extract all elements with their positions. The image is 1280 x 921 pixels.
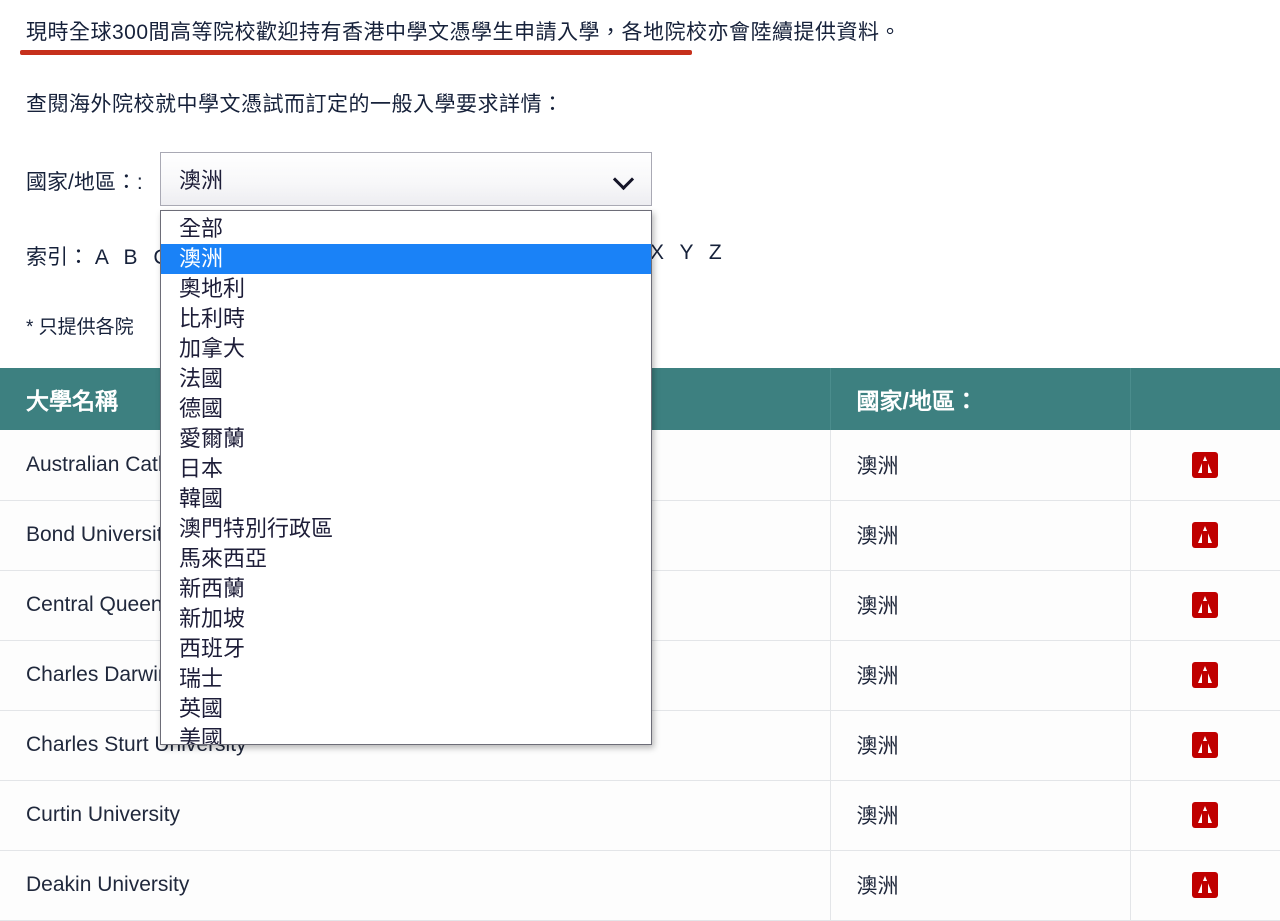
select-option[interactable]: 美國: [161, 724, 651, 744]
pdf-icon[interactable]: [1192, 872, 1219, 898]
cell-country: 澳洲: [830, 570, 1131, 641]
cell-university-name: Curtin University: [0, 780, 831, 851]
cell-country: 澳洲: [830, 640, 1131, 711]
cell-document-link[interactable]: [1130, 780, 1280, 851]
select-option[interactable]: 新加坡: [161, 604, 651, 634]
intro-paragraph-2: 查閱海外院校就中學文憑試而訂定的一般入學要求詳情：: [26, 93, 564, 116]
cell-university-name: Deakin University: [0, 850, 831, 921]
select-option[interactable]: 韓國: [161, 484, 651, 514]
cell-document-link[interactable]: [1130, 640, 1280, 711]
index-row: 索引： A B C: [26, 241, 174, 271]
cell-country: 澳洲: [830, 500, 1131, 571]
column-header-document: [1130, 368, 1280, 430]
pdf-icon[interactable]: [1192, 451, 1219, 478]
column-header-country: 國家/地區：: [830, 368, 1131, 430]
country-select-value: 澳洲: [179, 168, 224, 193]
select-option[interactable]: 澳洲: [161, 244, 651, 274]
cell-document-link[interactable]: [1130, 570, 1280, 641]
select-option[interactable]: 英國: [161, 694, 651, 724]
select-option[interactable]: 西班牙: [161, 634, 651, 664]
index-letters-end[interactable]: X Y Z: [650, 241, 727, 265]
table-row: Deakin University 澳洲: [0, 850, 1280, 921]
select-option[interactable]: 瑞士: [161, 664, 651, 694]
cell-country: 澳洲: [830, 710, 1131, 781]
select-option[interactable]: 比利時: [161, 304, 651, 334]
country-select-box[interactable]: 澳洲: [160, 152, 652, 206]
select-option[interactable]: 德國: [161, 394, 651, 424]
table-row: Curtin University 澳洲: [0, 780, 1280, 851]
index-label: 索引：: [26, 246, 89, 269]
country-select-options-list[interactable]: 全部 澳洲 奧地利 比利時 加拿大 法國 德國 愛爾蘭 日本 韓國 澳門特別行政區 馬來西亞 新西蘭 新加…: [160, 210, 652, 745]
select-option[interactable]: 澳門特別行政區: [161, 514, 651, 544]
cell-document-link[interactable]: [1130, 850, 1280, 921]
select-option[interactable]: 全部: [161, 214, 651, 244]
cell-document-link[interactable]: [1130, 430, 1280, 501]
intro-paragraph-1: 現時全球300間高等院校歡迎持有香港中學文憑學生申請入學，各地院校亦會陸續提供資…: [26, 21, 902, 44]
select-option[interactable]: 愛爾蘭: [161, 424, 651, 454]
pdf-icon[interactable]: [1192, 732, 1219, 758]
red-underline-decoration: [20, 50, 692, 55]
pdf-icon[interactable]: [1192, 662, 1219, 688]
pdf-icon[interactable]: [1192, 802, 1219, 828]
cell-document-link[interactable]: [1130, 500, 1280, 571]
country-field-label: 國家/地區：:: [26, 171, 143, 194]
select-option[interactable]: 馬來西亞: [161, 544, 651, 574]
cell-country: 澳洲: [830, 780, 1131, 851]
select-option[interactable]: 法國: [161, 364, 651, 394]
pdf-icon[interactable]: [1192, 592, 1219, 618]
select-option[interactable]: 新西蘭: [161, 574, 651, 604]
country-select[interactable]: 澳洲 全部 澳洲 奧地利 比利時 加拿大 法國 德國 愛爾蘭 日本 韓國 澳門特別行政區 馬來西亞 新西…: [160, 152, 652, 745]
select-option[interactable]: 奧地利: [161, 274, 651, 304]
cell-document-link[interactable]: [1130, 710, 1280, 781]
footnote-text: * 只提供各院: [26, 317, 134, 338]
pdf-icon[interactable]: [1192, 522, 1219, 548]
chevron-down-icon: [615, 170, 633, 188]
cell-country: 澳洲: [830, 430, 1131, 501]
cell-country: 澳洲: [830, 850, 1131, 921]
select-option[interactable]: 日本: [161, 454, 651, 484]
select-option[interactable]: 加拿大: [161, 334, 651, 364]
